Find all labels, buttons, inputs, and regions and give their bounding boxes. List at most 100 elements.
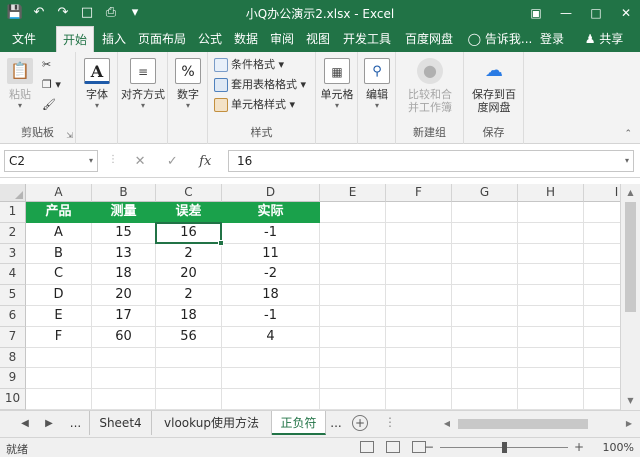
tab-review[interactable]: 审阅: [266, 26, 298, 52]
cell-f2[interactable]: [386, 222, 452, 244]
tab-baidu-netdisk[interactable]: 百度网盘: [400, 26, 458, 52]
sheet-tab-vlookup[interactable]: vlookup使用方法: [152, 411, 272, 435]
cell-e10[interactable]: [320, 389, 386, 410]
column-header-a[interactable]: A: [26, 184, 92, 202]
cell-b8[interactable]: [92, 347, 156, 369]
vertical-scroll-thumb[interactable]: [625, 202, 636, 312]
row-header-1[interactable]: 1: [0, 202, 26, 223]
cell-i9[interactable]: [584, 368, 620, 390]
cell-i3[interactable]: [584, 244, 620, 265]
zoom-level[interactable]: 100%: [603, 441, 634, 454]
new-file-icon[interactable]: □: [78, 4, 96, 22]
print-preview-icon[interactable]: ⎙: [102, 4, 120, 22]
cell-a6[interactable]: E: [26, 306, 92, 327]
tab-insert[interactable]: 插入: [98, 26, 130, 52]
cell-h2[interactable]: [518, 222, 584, 244]
cell-e2[interactable]: [320, 222, 386, 244]
cell-d1[interactable]: 实际: [222, 202, 320, 223]
editing-button[interactable]: ⚲ 编辑 ▾: [361, 58, 393, 111]
horizontal-scrollbar[interactable]: ◀ ▶: [440, 417, 636, 431]
cell-h8[interactable]: [518, 347, 584, 369]
row-header-8[interactable]: 8: [0, 347, 26, 369]
cell-d3[interactable]: 11: [222, 243, 320, 265]
scroll-down-icon[interactable]: ▼: [621, 394, 640, 408]
cell-f4[interactable]: [386, 264, 452, 286]
cell-g7[interactable]: [452, 326, 518, 348]
column-header-g[interactable]: G: [452, 184, 518, 202]
cell-f6[interactable]: [386, 306, 452, 327]
cell-i8[interactable]: [584, 348, 620, 369]
cell-styles-button[interactable]: 单元格样式 ▾: [214, 96, 295, 114]
font-button[interactable]: A 字体 ▾: [81, 58, 113, 111]
tab-view[interactable]: 视图: [302, 26, 334, 52]
cell-d4[interactable]: -2: [222, 264, 320, 286]
collapse-ribbon-icon[interactable]: ⌃: [624, 129, 632, 139]
sheet-tab-sign[interactable]: 正负符: [272, 411, 326, 435]
zoom-in-icon[interactable]: +: [574, 440, 584, 454]
row-header-2[interactable]: 2: [0, 222, 26, 244]
cell-e1[interactable]: [320, 202, 386, 223]
prev-sheet-icon[interactable]: ◀: [16, 415, 34, 433]
row-header-7[interactable]: 7: [0, 326, 26, 348]
cell-a2[interactable]: A: [26, 222, 92, 244]
cell-b3[interactable]: 13: [92, 243, 156, 265]
formula-input[interactable]: 16 ▾: [228, 150, 634, 172]
cell-c4[interactable]: 20: [156, 264, 222, 286]
normal-view-icon[interactable]: [360, 441, 374, 453]
sheet-tab-sheet4[interactable]: Sheet4: [90, 411, 152, 435]
paste-button[interactable]: 📋 粘贴 ▾: [4, 58, 36, 111]
cell-f8[interactable]: [386, 347, 452, 369]
undo-icon[interactable]: ↶: [30, 4, 48, 22]
number-button[interactable]: % 数字 ▾: [172, 58, 204, 111]
worksheet-grid[interactable]: A B C D E F G H I 1 产品 测量 误差 实际 2 A 15 16 -1 3 B 13 2 11 4 C 18 20-…: [0, 184, 620, 410]
cell-d9[interactable]: [222, 368, 320, 390]
cell-g2[interactable]: [452, 222, 518, 244]
drag-handle-icon[interactable]: ⋮: [384, 415, 396, 429]
customize-qat-icon[interactable]: ▾: [126, 4, 144, 22]
cell-a10[interactable]: [26, 389, 92, 410]
cell-c3[interactable]: 2: [156, 243, 222, 265]
cell-g6[interactable]: [452, 306, 518, 327]
cell-b4[interactable]: 18: [92, 264, 156, 286]
cell-a3[interactable]: B: [26, 243, 92, 265]
cell-g3[interactable]: [452, 243, 518, 265]
cell-i10[interactable]: [584, 389, 620, 410]
cell-b2[interactable]: 15: [92, 222, 156, 244]
cell-i6[interactable]: [584, 306, 620, 327]
cell-e8[interactable]: [320, 347, 386, 369]
zoom-knob[interactable]: [502, 442, 507, 453]
column-header-c[interactable]: C: [156, 184, 222, 202]
tab-page-layout[interactable]: 页面布局: [134, 26, 190, 52]
compare-merge-button[interactable]: ● 比较和合并工作簿: [400, 58, 460, 114]
cell-d2[interactable]: -1: [222, 222, 320, 244]
cell-c10[interactable]: [156, 389, 222, 410]
column-header-d[interactable]: D: [222, 184, 320, 202]
row-header-4[interactable]: 4: [0, 264, 26, 286]
cell-e9[interactable]: [320, 368, 386, 390]
close-icon[interactable]: ✕: [616, 3, 636, 23]
cell-d6[interactable]: -1: [222, 306, 320, 327]
cell-a7[interactable]: F: [26, 326, 92, 348]
cell-c8[interactable]: [156, 347, 222, 369]
row-header-3[interactable]: 3: [0, 243, 26, 265]
format-as-table-button[interactable]: 套用表格格式 ▾: [214, 76, 306, 94]
cell-b5[interactable]: 20: [92, 285, 156, 306]
sign-in-button[interactable]: 登录: [536, 26, 568, 52]
copy-button[interactable]: ❐ ▾: [42, 76, 61, 94]
cell-h4[interactable]: [518, 264, 584, 286]
column-header-e[interactable]: E: [320, 184, 386, 202]
cell-d5[interactable]: 18: [222, 285, 320, 306]
tab-formulas[interactable]: 公式: [194, 26, 226, 52]
cell-g9[interactable]: [452, 368, 518, 390]
cell-f10[interactable]: [386, 389, 452, 410]
row-header-5[interactable]: 5: [0, 285, 26, 306]
cell-h5[interactable]: [518, 285, 584, 306]
cell-a1[interactable]: 产品: [26, 202, 92, 223]
cell-i2[interactable]: [584, 223, 620, 244]
scroll-up-icon[interactable]: ▲: [621, 186, 640, 200]
tab-data[interactable]: 数据: [230, 26, 262, 52]
cell-a4[interactable]: C: [26, 264, 92, 286]
sheet-more-right[interactable]: ...: [326, 411, 346, 435]
insert-function-icon[interactable]: fx: [199, 154, 211, 169]
row-header-10[interactable]: 10: [0, 389, 26, 410]
